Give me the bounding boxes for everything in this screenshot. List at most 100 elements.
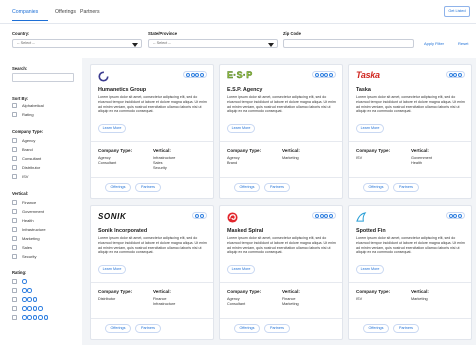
vertical-checkbox[interactable]	[12, 254, 17, 259]
company-type-checkbox[interactable]	[12, 165, 17, 170]
top-tab-bar: Companies Offerings Partners Get Listed	[0, 0, 476, 24]
company-name[interactable]: Masked Spiral	[227, 228, 263, 234]
offerings-button[interactable]: Offerings	[234, 183, 260, 192]
company-type-label: Company Type:	[12, 129, 44, 134]
partners-button[interactable]: Partners	[135, 324, 161, 333]
rating-dot-icon	[22, 297, 27, 302]
zip-input[interactable]	[283, 39, 414, 48]
rating-dot-icon	[324, 213, 329, 218]
company-name[interactable]: Sonik Incorporated	[98, 228, 147, 234]
company-type-checkbox[interactable]	[12, 138, 17, 143]
vertical-list: Government Health	[411, 156, 432, 166]
rating-dot-icon	[200, 72, 204, 77]
learn-more-button[interactable]: Learn More	[356, 124, 384, 133]
vertical-option: Health	[22, 218, 34, 223]
company-logo: Taska	[356, 70, 380, 80]
company-type-option: Agency	[22, 138, 36, 143]
rating-filter-checkbox[interactable]	[12, 306, 17, 311]
search-input[interactable]	[12, 73, 74, 82]
company-rating	[311, 71, 336, 78]
company-type-checkbox[interactable]	[12, 156, 17, 161]
rating-dot-icon	[22, 279, 27, 284]
tab-companies[interactable]: Companies	[12, 9, 38, 15]
vertical-checkbox[interactable]	[12, 218, 17, 223]
vertical-checkbox[interactable]	[12, 209, 17, 214]
offerings-button[interactable]: Offerings	[105, 324, 131, 333]
rating-filter-3[interactable]	[22, 297, 38, 302]
vertical-checkbox[interactable]	[12, 245, 17, 250]
rating-filter-1[interactable]	[22, 279, 27, 284]
rating-dot-icon	[32, 315, 38, 320]
rating-dot-icon	[185, 72, 190, 77]
offerings-button[interactable]: Offerings	[363, 183, 389, 192]
vertical-checkbox[interactable]	[12, 227, 17, 232]
rating-filter-5[interactable]	[22, 315, 49, 320]
rating-dot-icon	[458, 72, 462, 77]
rating-filter-checkbox[interactable]	[12, 315, 17, 320]
card-divider	[91, 177, 213, 178]
rating-dot-icon	[453, 72, 458, 77]
rating-filter-checkbox[interactable]	[12, 297, 17, 302]
company-name[interactable]: Taska	[356, 87, 371, 93]
partners-button[interactable]: Partners	[393, 183, 419, 192]
rating-dot-icon	[195, 72, 200, 77]
vertical-checkbox[interactable]	[12, 200, 17, 205]
vertical-list: Infrastructure Sales Security	[153, 156, 175, 171]
company-type-checkbox[interactable]	[12, 147, 17, 152]
offerings-button[interactable]: Offerings	[234, 324, 260, 333]
rating-dot-icon	[319, 213, 324, 218]
company-card: SONIK Sonik Incorporated Lorem ipsum dolor…	[90, 205, 214, 340]
rating-filter-checkbox[interactable]	[12, 288, 17, 293]
vertical-option: Government	[22, 209, 45, 214]
rating-dot-icon	[190, 72, 195, 77]
company-type-list: Distributor	[98, 297, 115, 302]
company-rating	[445, 212, 465, 219]
tab-partners[interactable]: Partners	[80, 9, 100, 15]
vertical-list: Finance Infrastructure	[153, 297, 175, 307]
company-description: Lorem ipsum dolor sit amet, consectetur …	[98, 95, 207, 114]
tab-offerings[interactable]: Offerings	[55, 9, 76, 15]
partners-button[interactable]: Partners	[135, 183, 161, 192]
learn-more-button[interactable]: Learn More	[98, 124, 126, 133]
sort-alphabetical-radio[interactable]	[12, 103, 17, 108]
learn-more-button[interactable]: Learn More	[98, 265, 126, 274]
state-select[interactable]: -- Select --	[148, 39, 278, 48]
company-name[interactable]: Humanetics Group	[98, 87, 146, 93]
state-label: State/Province	[148, 31, 178, 36]
company-type-checkbox[interactable]	[12, 174, 17, 179]
sort-rating-radio[interactable]	[12, 112, 17, 117]
partners-button[interactable]: Partners	[264, 183, 290, 192]
apply-filter-button[interactable]: Apply Filter	[424, 41, 444, 46]
sort-option-label: Rating	[22, 112, 34, 117]
company-name[interactable]: E.S.P. Agency	[227, 87, 262, 93]
rating-filter-4[interactable]	[22, 306, 43, 311]
rating-dot-icon	[38, 315, 43, 320]
learn-more-button[interactable]: Learn More	[227, 124, 255, 133]
learn-more-button[interactable]: Learn More	[356, 265, 384, 274]
rating-dot-icon	[329, 213, 333, 218]
rating-filter-checkbox[interactable]	[12, 279, 17, 284]
company-name[interactable]: Spotted Fin	[356, 228, 386, 234]
rating-filter-2[interactable]	[22, 288, 32, 293]
country-select[interactable]: -- Select --	[12, 39, 142, 48]
company-type-heading: Company Type:	[356, 148, 391, 153]
partners-button[interactable]: Partners	[264, 324, 290, 333]
rating-dot-icon	[448, 72, 453, 77]
card-divider	[91, 282, 213, 283]
company-type-heading: Company Type:	[98, 289, 133, 294]
partners-button[interactable]: Partners	[393, 324, 419, 333]
rating-label: Rating:	[12, 270, 27, 275]
active-tab-indicator	[12, 20, 48, 22]
learn-more-button[interactable]: Learn More	[227, 265, 255, 274]
offerings-button[interactable]: Offerings	[105, 183, 131, 192]
rating-dot-icon	[314, 213, 319, 218]
vertical-option: Sales	[22, 245, 33, 250]
rating-dot-icon	[27, 315, 32, 320]
vertical-list: Finance Marketing	[282, 297, 299, 307]
fin-logo-icon	[356, 212, 367, 223]
get-listed-button[interactable]: Get Listed	[444, 6, 470, 17]
reset-button[interactable]: Reset	[458, 41, 468, 46]
vertical-checkbox[interactable]	[12, 236, 17, 241]
chevron-down-icon	[268, 42, 274, 47]
offerings-button[interactable]: Offerings	[363, 324, 389, 333]
